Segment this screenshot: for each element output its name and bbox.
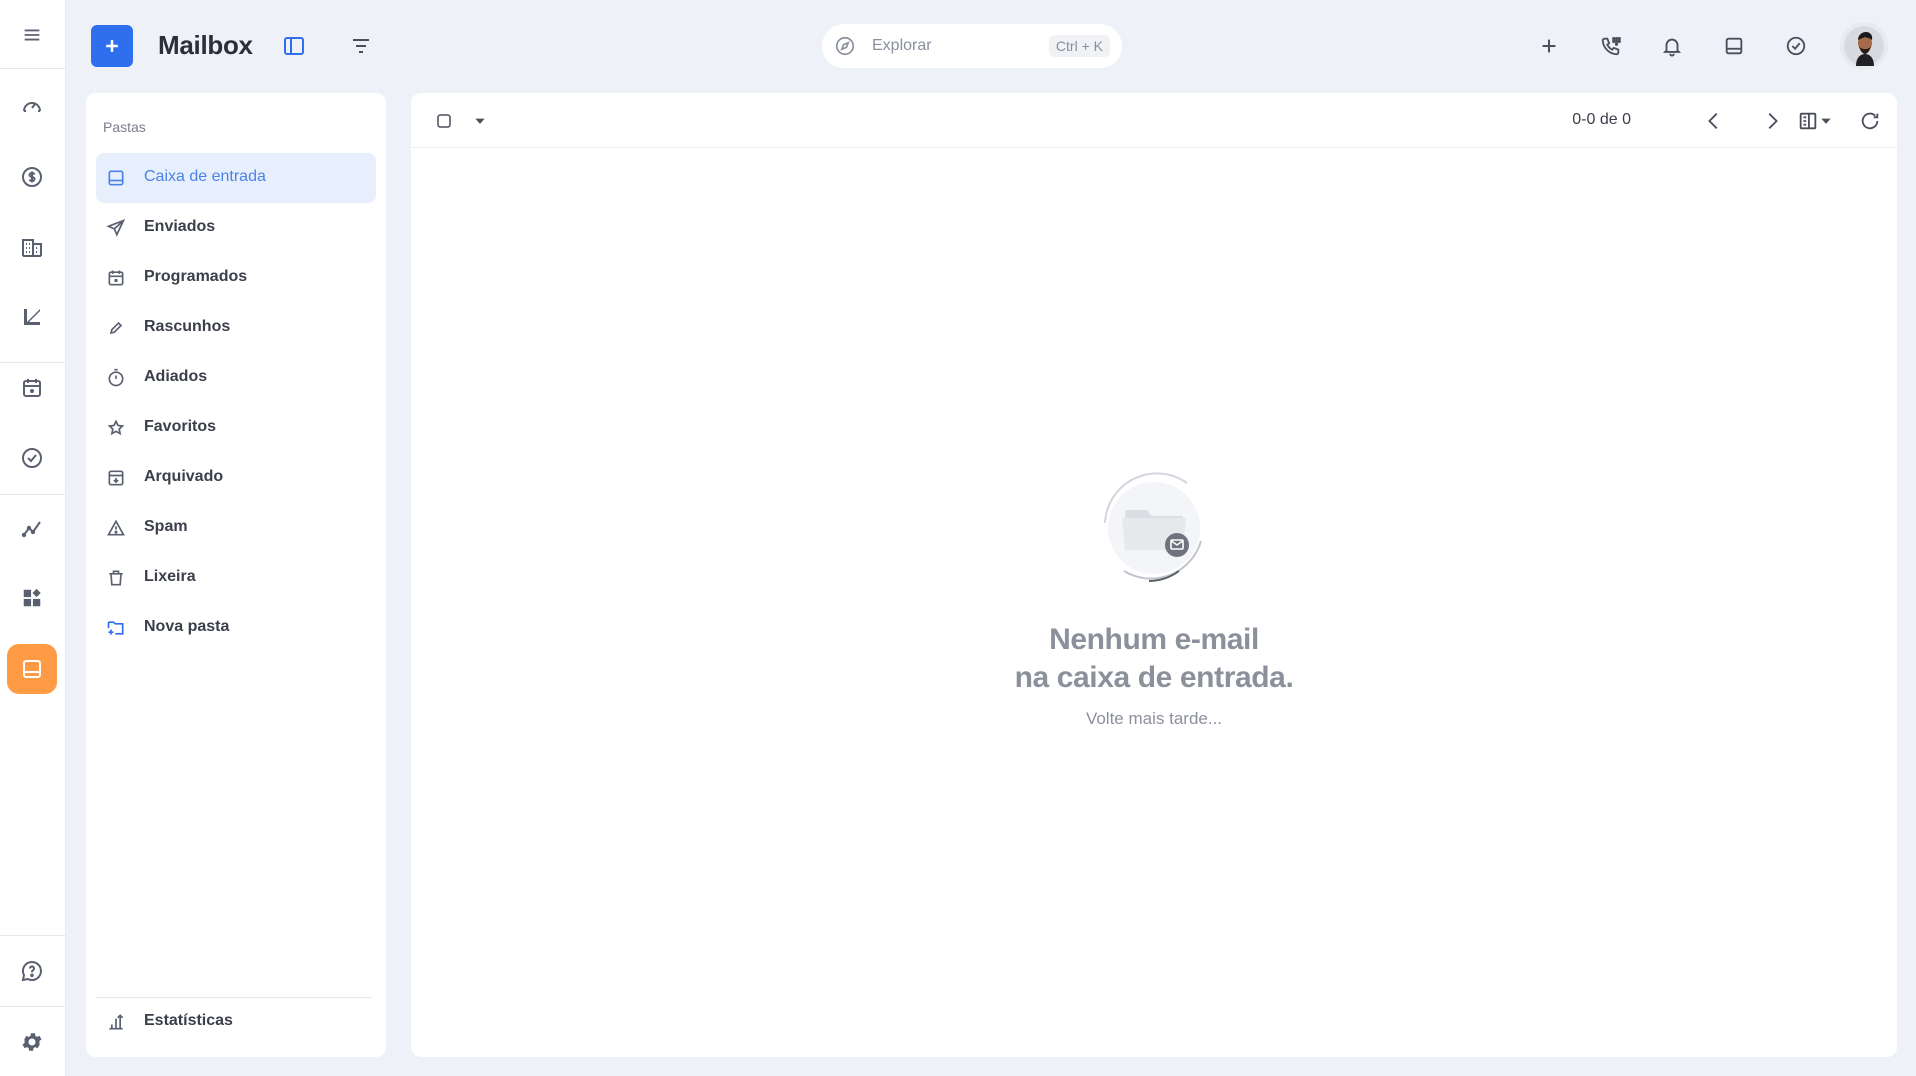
send-icon: [106, 218, 126, 238]
search-shortcut: Ctrl + K: [1048, 35, 1110, 57]
folder-label: Programados: [144, 268, 248, 285]
timer-icon: [106, 368, 126, 388]
folders-panel: Pastas Caixa de entrada Enviados Program…: [86, 93, 386, 1057]
stats-icon: [106, 1012, 126, 1032]
folder-label: Favoritos: [144, 418, 217, 435]
tasks-icon[interactable]: [1779, 29, 1813, 63]
stats-link[interactable]: Estatísticas: [96, 997, 376, 1047]
select-all-checkbox[interactable]: [433, 110, 455, 132]
calendar-icon: [106, 268, 126, 288]
page-count: 0-0 de 0: [1572, 111, 1631, 128]
add-icon[interactable]: [1532, 29, 1566, 63]
archive-icon: [106, 468, 126, 488]
mail-list-panel: 0-0 de 0 Nenhum e-mail na caixa de entra…: [411, 93, 1897, 1057]
page-title: Mailbox: [158, 30, 253, 60]
new-folder-icon: [106, 618, 126, 638]
next-page-icon[interactable]: [1759, 108, 1785, 134]
folder-label: Lixeira: [144, 568, 196, 585]
compass-icon: [834, 35, 856, 57]
folder-archived[interactable]: Arquivado: [96, 453, 376, 503]
folder-sent[interactable]: Enviados: [96, 203, 376, 253]
folder-trash[interactable]: Lixeira: [96, 553, 376, 603]
folders-header: Pastas: [103, 119, 146, 135]
dollar-icon[interactable]: [7, 152, 57, 202]
folder-label: Adiados: [144, 368, 208, 385]
avatar[interactable]: [1840, 22, 1888, 70]
mail-toolbar: 0-0 de 0: [411, 93, 1897, 148]
trash-icon: [106, 568, 126, 588]
menu-icon[interactable]: [7, 10, 57, 60]
scrollbar[interactable]: [1902, 0, 1916, 1076]
search-input[interactable]: Explorar Ctrl + K: [822, 24, 1122, 68]
folder-favorites[interactable]: Favoritos: [96, 403, 376, 453]
folder-label: Rascunhos: [144, 318, 231, 335]
nav-rail: [0, 0, 66, 1076]
folder-new[interactable]: Nova pasta: [96, 603, 376, 653]
empty-title-line2: na caixa de entrada.: [1014, 661, 1294, 694]
folder-drafts[interactable]: Rascunhos: [96, 303, 376, 353]
compose-button[interactable]: [91, 25, 133, 67]
empty-state: Nenhum e-mail na caixa de entrada. Volte…: [411, 463, 1897, 729]
dashboard-icon[interactable]: [7, 81, 57, 131]
folder-label: Enviados: [144, 218, 216, 235]
folder-snoozed[interactable]: Adiados: [96, 353, 376, 403]
chart-icon[interactable]: [7, 292, 57, 342]
folder-label: Arquivado: [144, 468, 224, 485]
inbox-tray-icon[interactable]: [1717, 29, 1751, 63]
pencil-icon: [106, 318, 126, 338]
gear-icon[interactable]: [7, 1017, 57, 1067]
inbox-icon[interactable]: [7, 644, 57, 694]
folder-label: Caixa de entrada: [144, 168, 266, 185]
empty-subtitle: Volte mais tarde...: [1085, 709, 1223, 728]
refresh-icon[interactable]: [1857, 108, 1883, 134]
inbox-icon: [106, 168, 126, 188]
folder-label: Nova pasta: [144, 618, 230, 635]
calendar-icon[interactable]: [7, 363, 57, 413]
folder-spam[interactable]: Spam: [96, 503, 376, 553]
empty-title-line1: Nenhum e-mail: [1049, 623, 1259, 656]
empty-folder-illustration: [1089, 463, 1219, 593]
prev-page-icon[interactable]: [1701, 108, 1727, 134]
stats-label: Estatísticas: [144, 1012, 233, 1029]
check-circle-icon[interactable]: [7, 433, 57, 483]
bell-icon[interactable]: [1655, 29, 1689, 63]
search-placeholder: Explorar: [872, 37, 932, 54]
building-icon[interactable]: [7, 222, 57, 272]
warning-icon: [106, 518, 126, 538]
widgets-icon[interactable]: [7, 573, 57, 623]
folder-label: Spam: [144, 518, 188, 535]
filter-icon[interactable]: [344, 29, 378, 63]
sidebar-toggle-icon[interactable]: [277, 29, 311, 63]
phone-icon[interactable]: [1594, 29, 1628, 63]
select-dropdown-icon[interactable]: [469, 110, 491, 132]
analytics-icon[interactable]: [7, 503, 57, 553]
top-bar: Mailbox Explorar Ctrl + K: [66, 0, 1916, 92]
folder-scheduled[interactable]: Programados: [96, 253, 376, 303]
layout-toggle-icon[interactable]: [1793, 108, 1837, 134]
help-icon[interactable]: [7, 946, 57, 996]
folder-inbox[interactable]: Caixa de entrada: [96, 153, 376, 203]
star-icon: [106, 418, 126, 438]
